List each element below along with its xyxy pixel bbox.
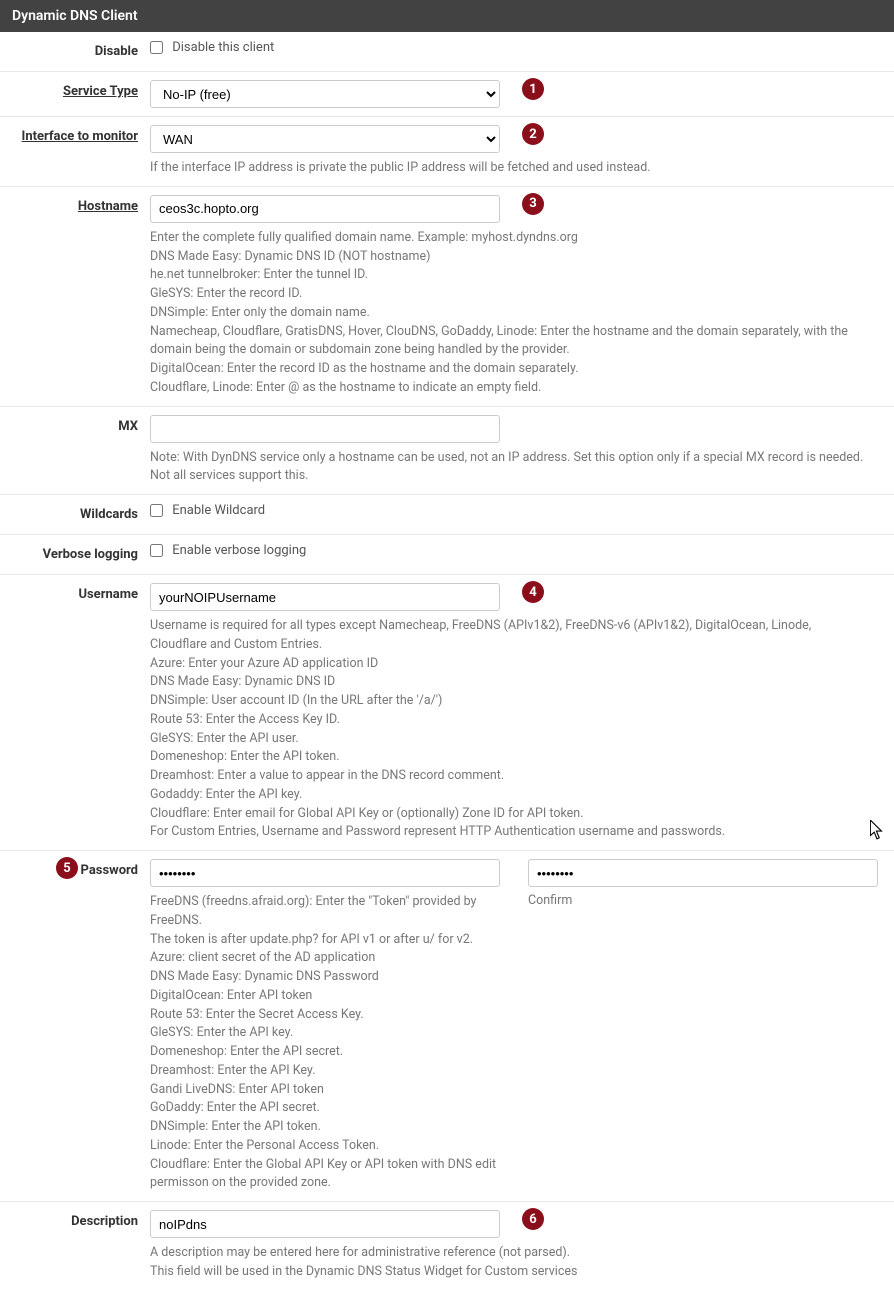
row-username: Username Username is required for all ty… xyxy=(0,575,894,851)
badge-3: 3 xyxy=(522,193,544,215)
help-mx: Note: With DynDNS service only a hostnam… xyxy=(150,449,870,487)
mx-input[interactable] xyxy=(150,415,500,443)
verbose-checkbox[interactable] xyxy=(150,544,163,557)
wildcards-checkbox[interactable] xyxy=(150,504,163,517)
label-description: Description xyxy=(0,1210,150,1282)
username-input[interactable] xyxy=(150,583,500,611)
password-input[interactable] xyxy=(150,859,500,887)
help-interface: If the interface IP address is private t… xyxy=(150,159,870,178)
disable-checkbox-label: Disable this client xyxy=(172,40,274,55)
label-wildcards: Wildcards xyxy=(0,503,150,526)
badge-5: 5 xyxy=(56,857,78,879)
badge-2: 2 xyxy=(522,123,544,145)
service-type-select[interactable]: No-IP (free) xyxy=(150,80,500,108)
wildcards-checkbox-label: Enable Wildcard xyxy=(172,503,265,518)
help-password: FreeDNS (freedns.afraid.org): Enter the … xyxy=(150,893,508,1193)
row-mx: MX Note: With DynDNS service only a host… xyxy=(0,407,894,496)
badge-6: 6 xyxy=(522,1208,544,1230)
row-wildcards: Wildcards Enable Wildcard xyxy=(0,495,894,535)
badge-4: 4 xyxy=(522,581,544,603)
row-password: 5 Password FreeDNS (freedns.afraid.org):… xyxy=(0,851,894,1202)
row-interface: Interface to monitor WAN If the interfac… xyxy=(0,117,894,187)
help-hostname: Enter the complete fully qualified domai… xyxy=(150,229,870,398)
disable-checkbox-wrapper[interactable]: Disable this client xyxy=(150,40,274,55)
label-password: Password xyxy=(0,859,150,1193)
label-username: Username xyxy=(0,583,150,842)
row-disable: Disable Disable this client xyxy=(0,32,894,72)
badge-1: 1 xyxy=(522,78,544,100)
help-description: A description may be entered here for ad… xyxy=(150,1244,870,1282)
verbose-checkbox-wrapper[interactable]: Enable verbose logging xyxy=(150,543,306,558)
label-disable: Disable xyxy=(0,40,150,63)
label-mx: MX xyxy=(0,415,150,487)
disable-checkbox[interactable] xyxy=(150,41,163,54)
label-hostname: Hostname xyxy=(0,195,150,398)
label-interface: Interface to monitor xyxy=(0,125,150,178)
row-service-type: Service Type No-IP (free) 1 xyxy=(0,72,894,117)
row-verbose: Verbose logging Enable verbose logging xyxy=(0,535,894,575)
label-service-type: Service Type xyxy=(0,80,150,108)
password-confirm-label: Confirm xyxy=(528,893,886,908)
hostname-input[interactable] xyxy=(150,195,500,223)
help-username: Username is required for all types excep… xyxy=(150,617,870,842)
description-input[interactable] xyxy=(150,1210,500,1238)
password-confirm-input[interactable] xyxy=(528,859,878,887)
wildcards-checkbox-wrapper[interactable]: Enable Wildcard xyxy=(150,503,265,518)
row-hostname: Hostname Enter the complete fully qualif… xyxy=(0,187,894,407)
cursor-icon xyxy=(870,820,884,840)
interface-select[interactable]: WAN xyxy=(150,125,500,153)
panel-title: Dynamic DNS Client xyxy=(0,0,894,32)
verbose-checkbox-label: Enable verbose logging xyxy=(172,543,306,558)
row-description: Description A description may be entered… xyxy=(0,1202,894,1290)
label-verbose: Verbose logging xyxy=(0,543,150,566)
